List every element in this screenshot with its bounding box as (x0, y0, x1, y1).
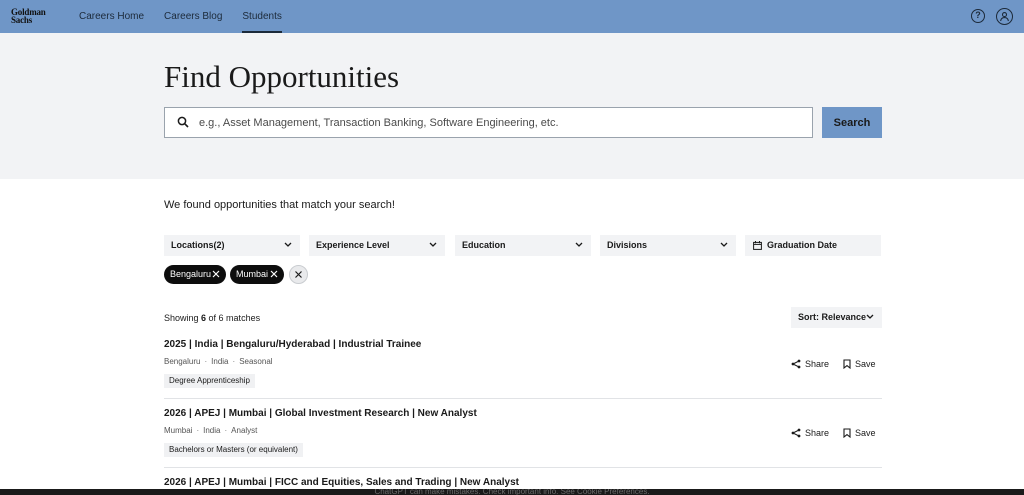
job-listing: 2026 | APEJ | Mumbai | Global Investment… (164, 408, 882, 468)
close-icon[interactable] (270, 270, 278, 278)
chevron-down-icon (575, 242, 583, 247)
search-input[interactable] (199, 108, 799, 137)
job-country: India (211, 357, 229, 366)
chevron-down-icon (284, 242, 292, 247)
chip-label: Bengaluru (170, 269, 212, 279)
filter-divisions[interactable]: Divisions (600, 235, 736, 256)
sort-dropdown[interactable]: Sort: Relevance (791, 307, 882, 328)
save-button[interactable]: Save (843, 428, 876, 439)
nav-links: Careers Home Careers Blog Students (79, 0, 302, 33)
job-title-link[interactable]: 2026 | APEJ | Mumbai | FICC and Equities… (164, 477, 519, 488)
results-count: Showing 6 of 6 matches (164, 313, 260, 323)
chevron-down-icon (429, 242, 437, 247)
job-listing: 2026 | APEJ | Mumbai | FICC and Equities… (164, 477, 882, 489)
filter-education-label: Education (462, 240, 506, 250)
chip-mumbai[interactable]: Mumbai (230, 265, 284, 284)
search-box (164, 107, 813, 138)
filter-experience-label: Experience Level (316, 240, 390, 250)
filter-education[interactable]: Education (455, 235, 591, 256)
chip-label: Mumbai (236, 269, 269, 279)
nav-link-careers-blog[interactable]: Careers Blog (164, 0, 222, 33)
divider (164, 467, 882, 468)
job-education-tag: Degree Apprenticeship (164, 374, 255, 388)
top-navigation: Goldman Sachs Careers Home Careers Blog … (0, 0, 1024, 33)
filter-experience-level[interactable]: Experience Level (309, 235, 445, 256)
job-type: Analyst (231, 426, 258, 435)
close-icon[interactable] (212, 270, 220, 278)
save-label: Save (855, 359, 876, 369)
help-icon[interactable]: ? (971, 9, 985, 23)
share-button[interactable]: Share (791, 359, 829, 369)
chevron-down-icon (720, 242, 728, 247)
job-title-link[interactable]: 2026 | APEJ | Mumbai | Global Investment… (164, 408, 477, 419)
results-count-prefix: Showing (164, 313, 202, 323)
search-hero: Find Opportunities Search (0, 33, 1024, 179)
filter-graduation-date[interactable]: Graduation Date (745, 235, 881, 256)
job-education-tag: Bachelors or Masters (or equivalent) (164, 443, 303, 457)
share-icon (791, 428, 801, 438)
page-title: Find Opportunities (164, 59, 400, 94)
save-label: Save (855, 428, 876, 438)
share-button[interactable]: Share (791, 428, 829, 438)
filter-graduation-label: Graduation Date (767, 240, 838, 250)
nav-link-careers-home[interactable]: Careers Home (79, 0, 144, 33)
chip-bengaluru[interactable]: Bengaluru (164, 265, 226, 284)
results-count-suffix: of 6 matches (206, 313, 261, 323)
job-location: Bengaluru (164, 357, 201, 366)
filter-locations-label: Locations(2) (171, 240, 225, 250)
user-account-icon[interactable] (996, 8, 1013, 25)
nav-link-students[interactable]: Students (242, 0, 283, 33)
calendar-icon (753, 241, 762, 250)
divider (164, 398, 882, 399)
bottom-disclaimer: ChatGPT can make mistakes. Check importa… (0, 489, 1024, 495)
job-type: Seasonal (239, 357, 273, 366)
clear-filters-button[interactable] (289, 265, 308, 284)
job-meta: Bengaluru · India · Seasonal (164, 357, 273, 366)
results-message: We found opportunities that match your s… (164, 199, 395, 211)
logo-line-2: Sachs (11, 15, 33, 25)
sort-label: Sort: Relevance (798, 312, 867, 322)
filter-locations[interactable]: Locations(2) (164, 235, 300, 256)
search-icon (177, 116, 189, 128)
chevron-down-icon (866, 314, 874, 319)
goldman-sachs-logo[interactable]: Goldman Sachs (11, 8, 46, 25)
bookmark-icon (843, 428, 851, 439)
job-country: India (203, 426, 221, 435)
search-button[interactable]: Search (822, 107, 882, 138)
bookmark-icon (843, 359, 851, 370)
job-title-link[interactable]: 2025 | India | Bengaluru/Hyderabad | Ind… (164, 339, 421, 350)
share-label: Share (805, 428, 830, 438)
close-icon (295, 271, 302, 278)
job-listing: 2025 | India | Bengaluru/Hyderabad | Ind… (164, 339, 882, 399)
job-meta: Mumbai · India · Analyst (164, 426, 258, 435)
share-label: Share (805, 359, 830, 369)
save-button[interactable]: Save (843, 359, 876, 370)
job-location: Mumbai (164, 426, 193, 435)
filter-divisions-label: Divisions (607, 240, 648, 250)
share-icon (791, 359, 801, 369)
